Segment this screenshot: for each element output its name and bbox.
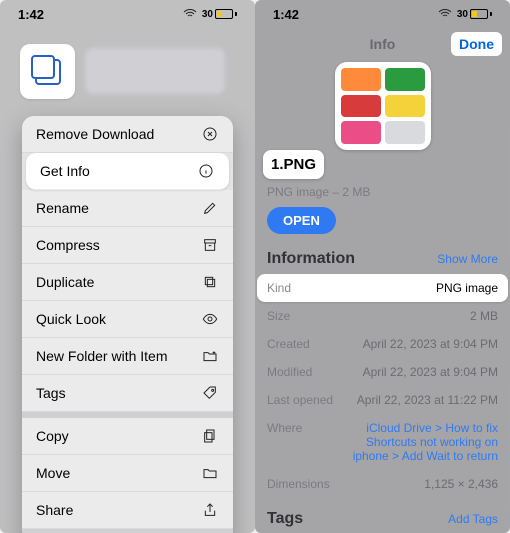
show-more-link[interactable]: Show More: [437, 252, 498, 266]
file-thumbnail[interactable]: [20, 44, 75, 99]
status-time: 1:42: [18, 7, 44, 22]
row-key: Created: [267, 337, 310, 351]
row-value: April 22, 2023 at 9:04 PM: [363, 337, 498, 351]
section-title: Information: [267, 250, 355, 268]
menu-label: Share: [36, 502, 73, 518]
sheet-header: Info Done: [255, 30, 510, 150]
row-key: Where: [267, 421, 302, 463]
row-kind: Kind PNG image: [257, 274, 508, 302]
menu-tags[interactable]: Tags: [22, 375, 233, 412]
tag-icon: [201, 385, 219, 401]
copy-icon: [201, 428, 219, 444]
folder-plus-icon: [201, 348, 219, 364]
row-value: 2 MB: [470, 309, 498, 323]
menu-move[interactable]: Move: [22, 455, 233, 492]
left-screenshot: 1:42 30 Remove Download Get Info Rename …: [0, 0, 255, 533]
menu-label: Get Info: [40, 163, 90, 179]
status-bar: 1:42 30: [255, 0, 510, 22]
file-name: 1.PNG: [263, 150, 324, 179]
menu-quick-look[interactable]: Quick Look: [22, 301, 233, 338]
row-dimensions: Dimensions 1,125 × 2,436: [257, 470, 508, 498]
add-tags-link[interactable]: Add Tags: [448, 512, 498, 526]
wifi-icon: [437, 6, 453, 22]
file-preview-thumbnail: [335, 62, 431, 150]
row-value: PNG image: [436, 281, 498, 295]
row-key: Last opened: [267, 393, 333, 407]
tags-section: Tags Add Tags: [255, 498, 510, 528]
row-last-opened: Last opened April 22, 2023 at 11:22 PM: [257, 386, 508, 414]
wifi-icon: [182, 6, 198, 22]
context-menu: Remove Download Get Info Rename Compress…: [22, 116, 233, 533]
row-modified: Modified April 22, 2023 at 9:04 PM: [257, 358, 508, 386]
menu-label: Rename: [36, 200, 89, 216]
menu-label: Tags: [36, 385, 66, 401]
menu-label: Quick Look: [36, 311, 106, 327]
status-right: 30: [437, 6, 492, 22]
menu-label: Compress: [36, 237, 100, 253]
row-key: Dimensions: [267, 477, 330, 491]
eye-icon: [201, 311, 219, 327]
document-icon: [35, 59, 61, 85]
battery-indicator: 30: [457, 9, 492, 20]
menu-label: Move: [36, 465, 70, 481]
row-where: Where iCloud Drive > How to fix Shortcut…: [257, 414, 508, 470]
row-value: April 22, 2023 at 9:04 PM: [363, 365, 498, 379]
row-value: April 22, 2023 at 11:22 PM: [357, 393, 498, 407]
menu-new-folder-with-item[interactable]: New Folder with Item: [22, 338, 233, 375]
status-bar: 1:42 30: [0, 0, 255, 22]
menu-compress[interactable]: Compress: [22, 227, 233, 264]
status-right: 30: [182, 6, 237, 22]
menu-label: New Folder with Item: [36, 348, 167, 364]
row-key: Kind: [267, 281, 291, 295]
row-key: Modified: [267, 365, 312, 379]
menu-label: Remove Download: [36, 126, 154, 142]
menu-quick-actions[interactable]: ›Quick Actions: [22, 529, 233, 533]
file-meta: PNG image – 2 MB: [255, 179, 510, 207]
info-circle-icon: [197, 163, 215, 179]
x-circle-icon: [201, 126, 219, 142]
menu-copy[interactable]: Copy: [22, 412, 233, 455]
menu-share[interactable]: Share: [22, 492, 233, 529]
duplicate-icon: [201, 274, 219, 290]
blurred-filename: [85, 48, 225, 94]
menu-label: Duplicate: [36, 274, 94, 290]
menu-get-info[interactable]: Get Info: [26, 153, 229, 190]
row-created: Created April 22, 2023 at 9:04 PM: [257, 330, 508, 358]
menu-duplicate[interactable]: Duplicate: [22, 264, 233, 301]
battery-indicator: 30: [202, 9, 237, 20]
status-time: 1:42: [273, 7, 299, 22]
section-title: Tags: [267, 510, 303, 528]
share-icon: [201, 502, 219, 518]
row-size: Size 2 MB: [257, 302, 508, 330]
menu-remove-download[interactable]: Remove Download: [22, 116, 233, 153]
row-key: Size: [267, 309, 290, 323]
information-section: Information Show More Kind PNG image Siz…: [255, 244, 510, 498]
menu-label: Copy: [36, 428, 69, 444]
row-value-link[interactable]: iCloud Drive > How to fix Shortcuts not …: [348, 421, 498, 463]
menu-rename[interactable]: Rename: [22, 190, 233, 227]
open-button[interactable]: OPEN: [267, 207, 336, 234]
archive-icon: [201, 237, 219, 253]
folder-icon: [201, 465, 219, 481]
file-name-callout: 1.PNG: [263, 150, 333, 179]
done-button[interactable]: Done: [451, 32, 502, 56]
right-screenshot: 1:42 30 Info Done 1.PNG PNG image – 2 MB…: [255, 0, 510, 533]
row-value: 1,125 × 2,436: [424, 477, 498, 491]
pencil-icon: [201, 200, 219, 216]
